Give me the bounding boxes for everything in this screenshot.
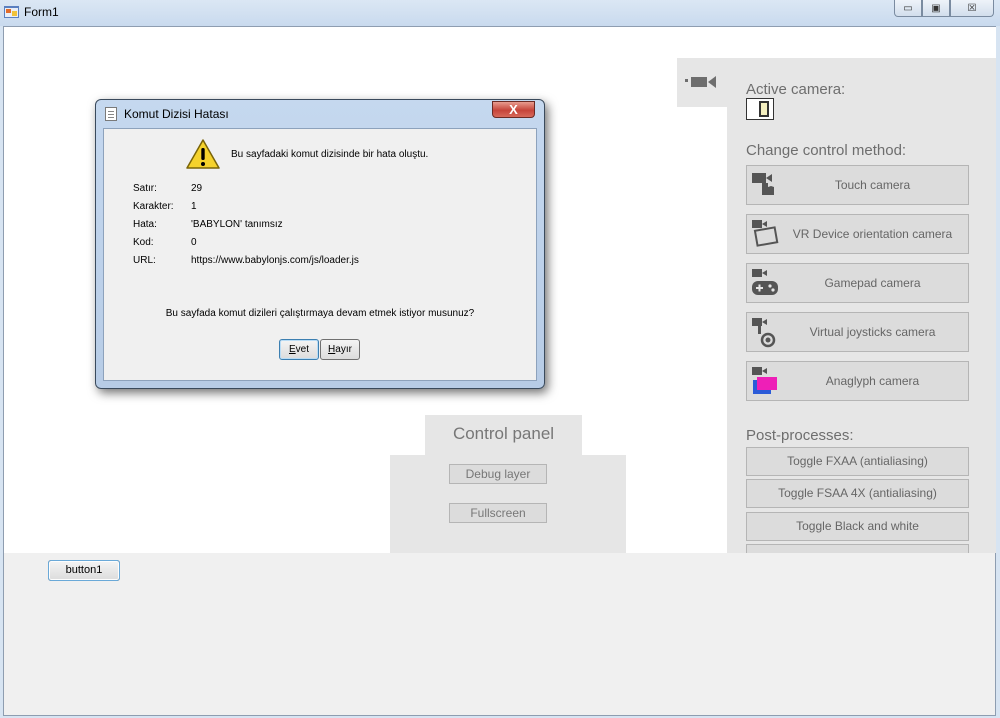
touch-camera-label: Touch camera <box>834 178 911 192</box>
detail-value: 1 <box>191 201 197 212</box>
no-button[interactable]: Hayır <box>320 339 360 360</box>
close-icon: X <box>509 102 518 117</box>
camera-control-panel: Active camera: Change control method: To… <box>727 58 996 553</box>
detail-key: URL: <box>133 255 156 266</box>
vr-orientation-camera-button[interactable]: VR Device orientation camera <box>746 214 969 254</box>
dialog-title: Komut Dizisi Hatası <box>124 107 229 121</box>
debug-layer-button[interactable]: Debug layer <box>449 464 547 484</box>
toggle-fsaa-button[interactable]: Toggle FSAA 4X (antialiasing) <box>746 479 969 508</box>
vr-orientation-camera-icon <box>752 220 779 247</box>
toggle-black-white-button[interactable]: Toggle Black and white <box>746 512 969 541</box>
gamepad-camera-button[interactable]: Gamepad camera <box>746 263 969 303</box>
vr-orientation-camera-label: VR Device orientation camera <box>792 227 953 241</box>
detail-key: Kod: <box>133 237 154 248</box>
touch-camera-icon <box>752 173 774 195</box>
virtual-joysticks-camera-button[interactable]: Virtual joysticks camera <box>746 312 969 352</box>
caption-buttons: ▭ ▣ ☒ <box>894 0 994 17</box>
anaglyph-camera-button[interactable]: Anaglyph camera <box>746 361 969 401</box>
continue-question: Bu sayfada komut dizileri çalıştırmaya d… <box>165 308 475 319</box>
detail-key: Hata: <box>133 219 157 230</box>
maximize-button[interactable]: ▣ <box>922 0 950 17</box>
dialog-close-button[interactable]: X <box>492 101 535 118</box>
yes-button[interactable]: Evet <box>279 339 319 360</box>
gamepad-camera-icon <box>752 269 778 295</box>
detail-key: Karakter: <box>133 201 174 212</box>
maximize-icon: ▣ <box>931 2 941 14</box>
minimize-icon: ▭ <box>903 2 913 14</box>
anaglyph-camera-icon <box>752 367 777 394</box>
anaglyph-camera-label: Anaglyph camera <box>825 374 920 388</box>
detail-value: 'BABYLON' tanımsız <box>191 219 283 230</box>
detail-key: Satır: <box>133 183 157 194</box>
form-app-icon <box>4 6 19 18</box>
active-camera-label: Active camera: <box>746 81 846 98</box>
touch-camera-button[interactable]: Touch camera <box>746 165 969 205</box>
change-control-method-label: Change control method: <box>746 142 907 159</box>
control-panel-tab[interactable]: Control panel <box>425 415 582 455</box>
close-icon: ☒ <box>967 2 977 14</box>
close-window-button[interactable]: ☒ <box>950 0 994 17</box>
no-label: ayır <box>335 344 352 355</box>
post-processes-label: Post-processes: <box>746 427 854 444</box>
yes-mnemonic: E <box>288 344 296 355</box>
virtual-joystick-camera-icon <box>752 318 776 348</box>
camera-tab[interactable] <box>677 58 727 107</box>
fullscreen-button[interactable]: Fullscreen <box>449 503 547 523</box>
detail-value: 29 <box>191 183 203 194</box>
active-camera-toggle[interactable] <box>746 98 774 120</box>
post-process-button-partial[interactable] <box>746 544 969 553</box>
toggle-fxaa-button[interactable]: Toggle FXAA (antialiasing) <box>746 447 969 476</box>
window-titlebar: Form1 ▭ ▣ ☒ <box>0 0 1000 26</box>
control-panel-body: Debug layer Fullscreen <box>390 455 626 553</box>
virtual-joysticks-camera-label: Virtual joysticks camera <box>809 325 936 339</box>
detail-value: https://www.babylonjs.com/js/loader.js <box>191 255 359 266</box>
window-title: Form1 <box>24 5 59 19</box>
toggle-knob <box>759 101 769 117</box>
warning-icon <box>186 139 220 169</box>
minimize-button[interactable]: ▭ <box>894 0 922 17</box>
button1[interactable]: button1 <box>48 560 120 581</box>
document-icon <box>105 107 117 121</box>
yes-label: vet <box>295 344 309 355</box>
error-message: Bu sayfadaki komut dizisinde bir hata ol… <box>231 149 429 160</box>
dialog-content: Bu sayfadaki komut dizisinde bir hata ol… <box>103 128 537 381</box>
script-error-dialog: Komut Dizisi Hatası X Bu sayfadaki komut… <box>95 99 545 389</box>
gamepad-camera-label: Gamepad camera <box>824 276 921 290</box>
detail-value: 0 <box>191 237 197 248</box>
video-camera-icon <box>685 76 716 88</box>
